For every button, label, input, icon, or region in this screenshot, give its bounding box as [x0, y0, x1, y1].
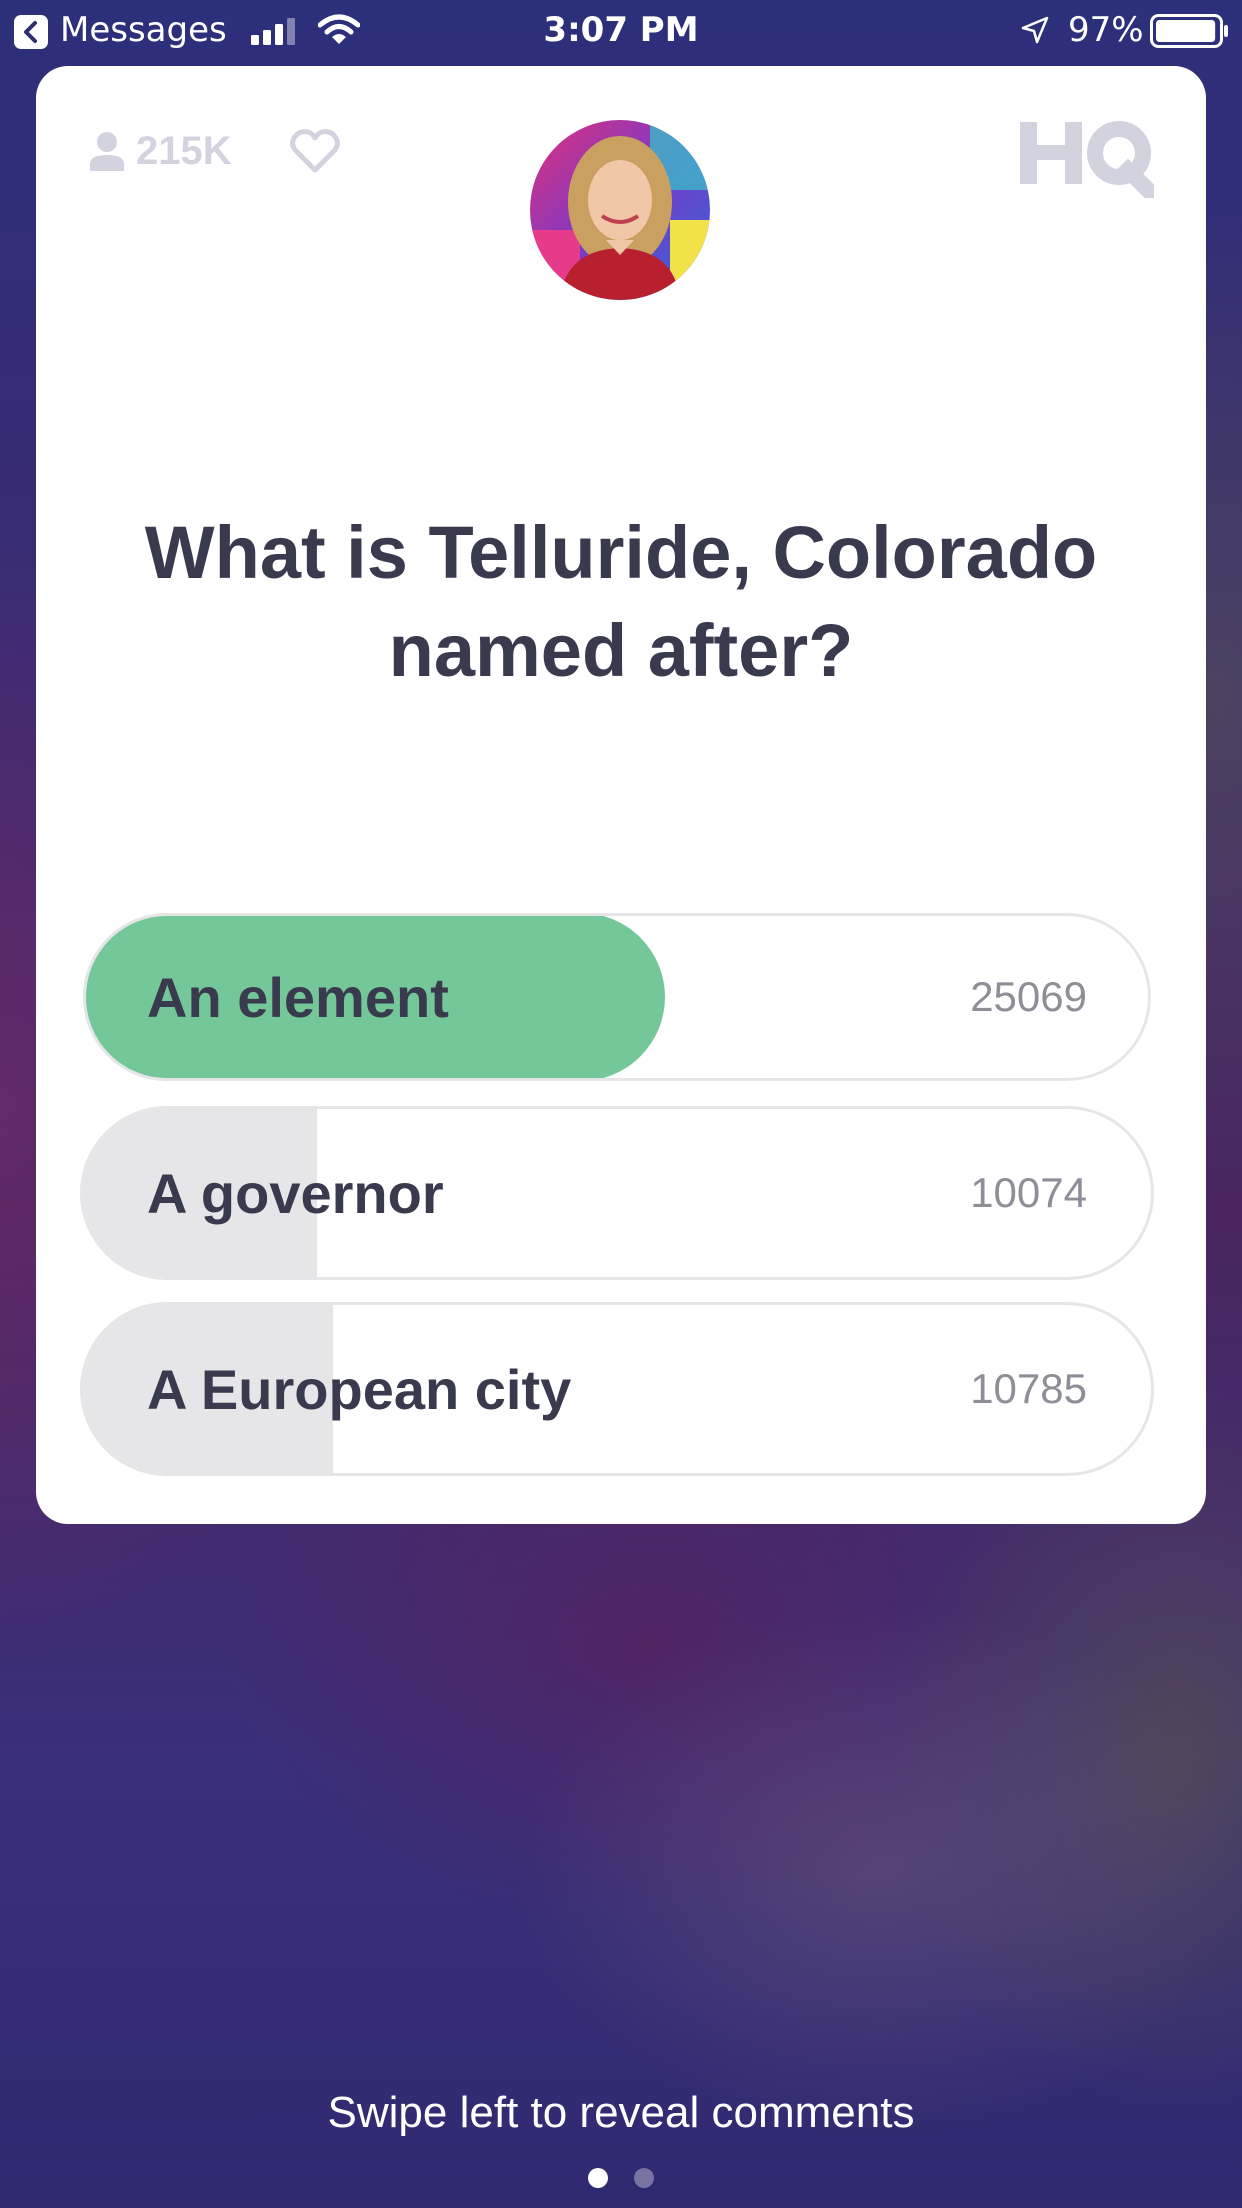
hq-logo-icon — [1020, 121, 1154, 198]
hq-trivia-screen: Messages 3:07 PM 97% 215K What is Tellur… — [0, 0, 1242, 2208]
battery-percent: 97% — [1068, 10, 1144, 50]
question-card: 215K What is Telluride, Colorado named a… — [36, 66, 1206, 1524]
answer-vote-count: 10785 — [970, 1365, 1087, 1412]
answer-option-2[interactable]: A governor 10074 — [80, 1106, 1154, 1280]
answer-label: An element — [147, 965, 449, 1029]
answer-option-3[interactable]: A European city 10785 — [80, 1302, 1154, 1476]
status-bar: Messages 3:07 PM 97% — [0, 0, 1242, 62]
host-avatar — [530, 120, 710, 300]
viewer-count-label: 215K — [136, 128, 232, 173]
answer-vote-count: 25069 — [970, 973, 1087, 1020]
battery-icon — [1150, 14, 1228, 48]
swipe-hint: Swipe left to reveal comments — [327, 2088, 915, 2137]
person-icon — [90, 132, 124, 171]
heart-icon[interactable] — [290, 128, 340, 174]
answer-label: A governor — [147, 1161, 444, 1225]
page-indicator[interactable] — [0, 2168, 1242, 2188]
status-time: 3:07 PM — [543, 10, 699, 50]
location-arrow-icon — [1021, 16, 1049, 44]
answer-label: A European city — [147, 1357, 572, 1421]
question-text: What is Telluride, Colorado named after? — [144, 511, 1098, 692]
page-dot-2[interactable] — [634, 2168, 654, 2188]
viewer-count: 215K — [88, 126, 232, 176]
page-dot-1[interactable] — [588, 2168, 608, 2188]
answer-vote-count: 10074 — [970, 1169, 1087, 1216]
answer-option-1[interactable]: An element 25069 — [80, 910, 1154, 1084]
